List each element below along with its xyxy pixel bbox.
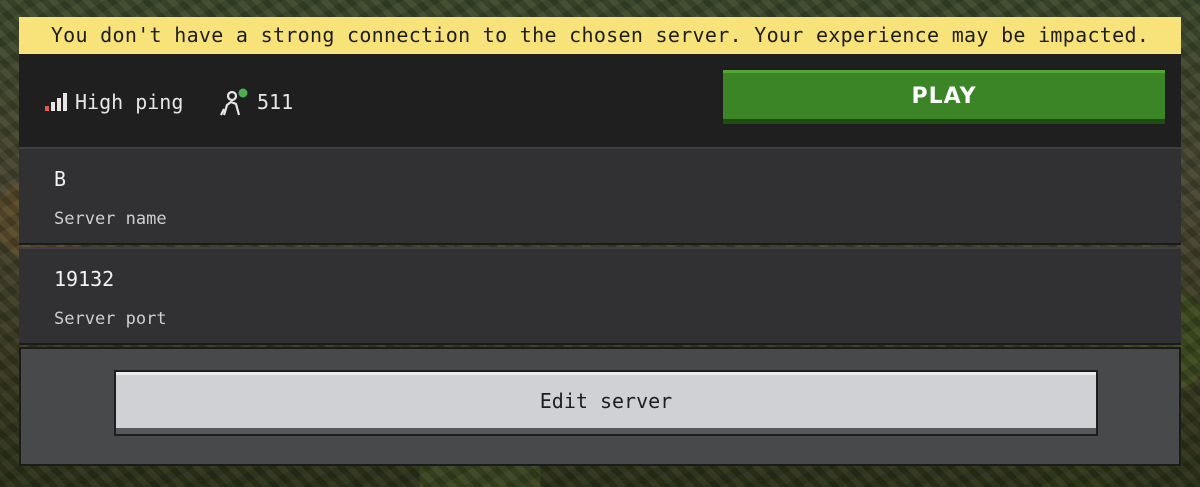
server-name-value: B	[54, 167, 67, 191]
ping-status: High ping	[45, 88, 183, 116]
players-online-icon	[220, 88, 248, 116]
server-name-field[interactable]: B Server name	[19, 147, 1181, 245]
server-name-label: Server name	[54, 209, 167, 229]
connection-warning-banner: You don't have a strong connection to th…	[19, 17, 1181, 54]
server-port-field[interactable]: 19132 Server port	[19, 247, 1181, 345]
ping-label: High ping	[75, 90, 184, 114]
server-port-label: Server port	[54, 309, 167, 329]
connection-warning-text: You don't have a strong connection to th…	[50, 23, 1150, 47]
signal-bars-icon	[45, 93, 67, 111]
edit-server-button[interactable]: Edit server	[114, 370, 1098, 436]
server-actions-footer: Edit server	[19, 347, 1181, 466]
player-count-status: 511	[219, 88, 293, 116]
player-count: 511	[257, 90, 294, 114]
play-button[interactable]: PLAY	[721, 68, 1167, 126]
server-details-panel: You don't have a strong connection to th…	[19, 17, 1181, 466]
server-port-value: 19132	[54, 267, 115, 291]
